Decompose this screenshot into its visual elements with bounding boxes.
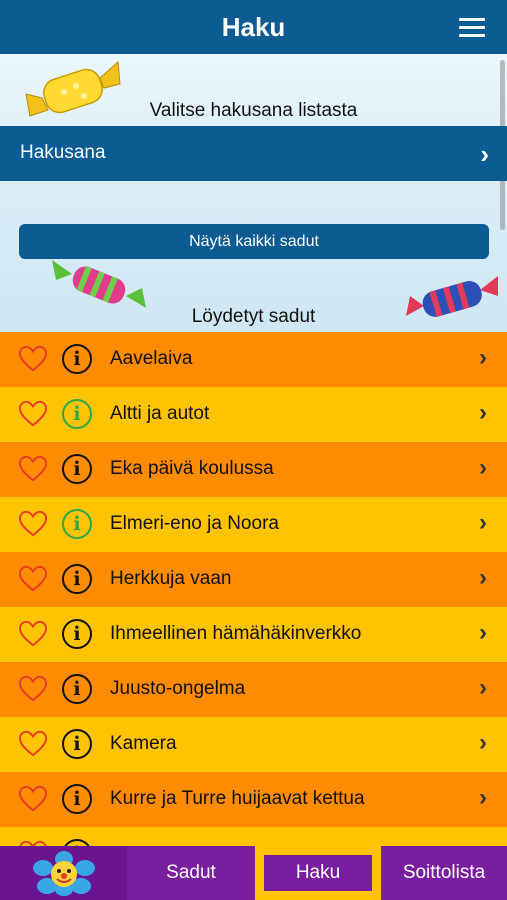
chevron-right-icon: › [479, 839, 487, 846]
chevron-right-icon: › [479, 509, 487, 536]
flower-face-icon [32, 851, 95, 896]
heart-icon[interactable] [18, 510, 48, 538]
heart-icon[interactable] [18, 785, 48, 813]
story-title: Ihmeellinen hämähäkinverkko [110, 623, 362, 644]
chevron-right-icon: › [479, 784, 487, 811]
story-row[interactable]: i Altti ja autot › [0, 387, 507, 442]
story-row[interactable]: i Herkkuja vaan › [0, 552, 507, 607]
chevron-right-icon: › [479, 344, 487, 371]
results-heading: Löydetyt sadut [191, 306, 316, 327]
chevron-right-icon: › [480, 139, 489, 169]
story-title: Elmeri-eno ja Noora [110, 513, 279, 534]
chevron-right-icon: › [479, 454, 487, 481]
story-title: Aavelaiva [110, 348, 193, 369]
story-row[interactable]: i Juusto-ongelma › [0, 662, 507, 717]
bottom-tab-bar: Sadut Haku Soittolista [0, 846, 507, 900]
story-row[interactable]: i Kurre ja Turre huijaavat kettua › [0, 772, 507, 827]
story-row[interactable]: i Elmeri-eno ja Noora › [0, 497, 507, 552]
keyword-selector[interactable]: Hakusana › [0, 126, 507, 181]
heart-icon[interactable] [18, 400, 48, 428]
info-icon[interactable]: i [62, 619, 92, 649]
story-title: Altti ja autot [110, 403, 210, 424]
heart-icon[interactable] [18, 675, 48, 703]
story-title: Eka päivä koulussa [110, 458, 274, 479]
info-icon[interactable]: i [62, 784, 92, 814]
heart-icon[interactable] [18, 730, 48, 758]
chevron-right-icon: › [479, 399, 487, 426]
tab-sadut[interactable]: Sadut [127, 846, 255, 900]
heart-icon[interactable] [18, 565, 48, 593]
info-icon[interactable]: i [62, 839, 92, 846]
story-title: Juusto-ongelma [110, 678, 246, 699]
story-row[interactable]: i Kamera › [0, 717, 507, 772]
story-row[interactable]: i Aavelaiva › [0, 332, 507, 387]
chevron-right-icon: › [479, 729, 487, 756]
keyword-label: Hakusana [20, 142, 106, 163]
chevron-right-icon: › [479, 619, 487, 646]
story-list: i Aavelaiva › i Altti ja autot › i Eka p… [0, 332, 507, 846]
info-icon[interactable]: i [62, 674, 92, 704]
chevron-right-icon: › [479, 564, 487, 591]
show-all-stories-button[interactable]: Näytä kaikki sadut [19, 224, 489, 259]
story-title: Herkkuja vaan [110, 568, 232, 589]
tab-haku-label: Haku [264, 855, 372, 891]
heart-icon[interactable] [18, 620, 48, 648]
story-row[interactable]: i Eka päivä koulussa › [0, 442, 507, 497]
chevron-right-icon: › [479, 674, 487, 701]
hamburger-menu-icon[interactable] [459, 18, 485, 38]
story-row[interactable]: i › [0, 827, 507, 846]
search-prompt: Valitse hakusana listasta [149, 100, 358, 121]
story-row[interactable]: i Ihmeellinen hämähäkinverkko › [0, 607, 507, 662]
info-icon[interactable]: i [62, 509, 92, 539]
heart-icon[interactable] [18, 455, 48, 483]
info-icon[interactable]: i [62, 344, 92, 374]
story-title: Kurre ja Turre huijaavat kettua [110, 788, 365, 809]
info-icon[interactable]: i [62, 564, 92, 594]
heart-icon[interactable] [18, 345, 48, 373]
tab-haku[interactable]: Haku [255, 846, 381, 900]
page-title: Haku [221, 12, 286, 42]
info-icon[interactable]: i [62, 454, 92, 484]
top-bar: Haku [0, 0, 507, 54]
info-icon[interactable]: i [62, 399, 92, 429]
story-title: Kamera [110, 733, 177, 754]
tab-soittolista[interactable]: Soittolista [381, 846, 507, 900]
tab-home[interactable] [0, 846, 127, 900]
info-icon[interactable]: i [62, 729, 92, 759]
